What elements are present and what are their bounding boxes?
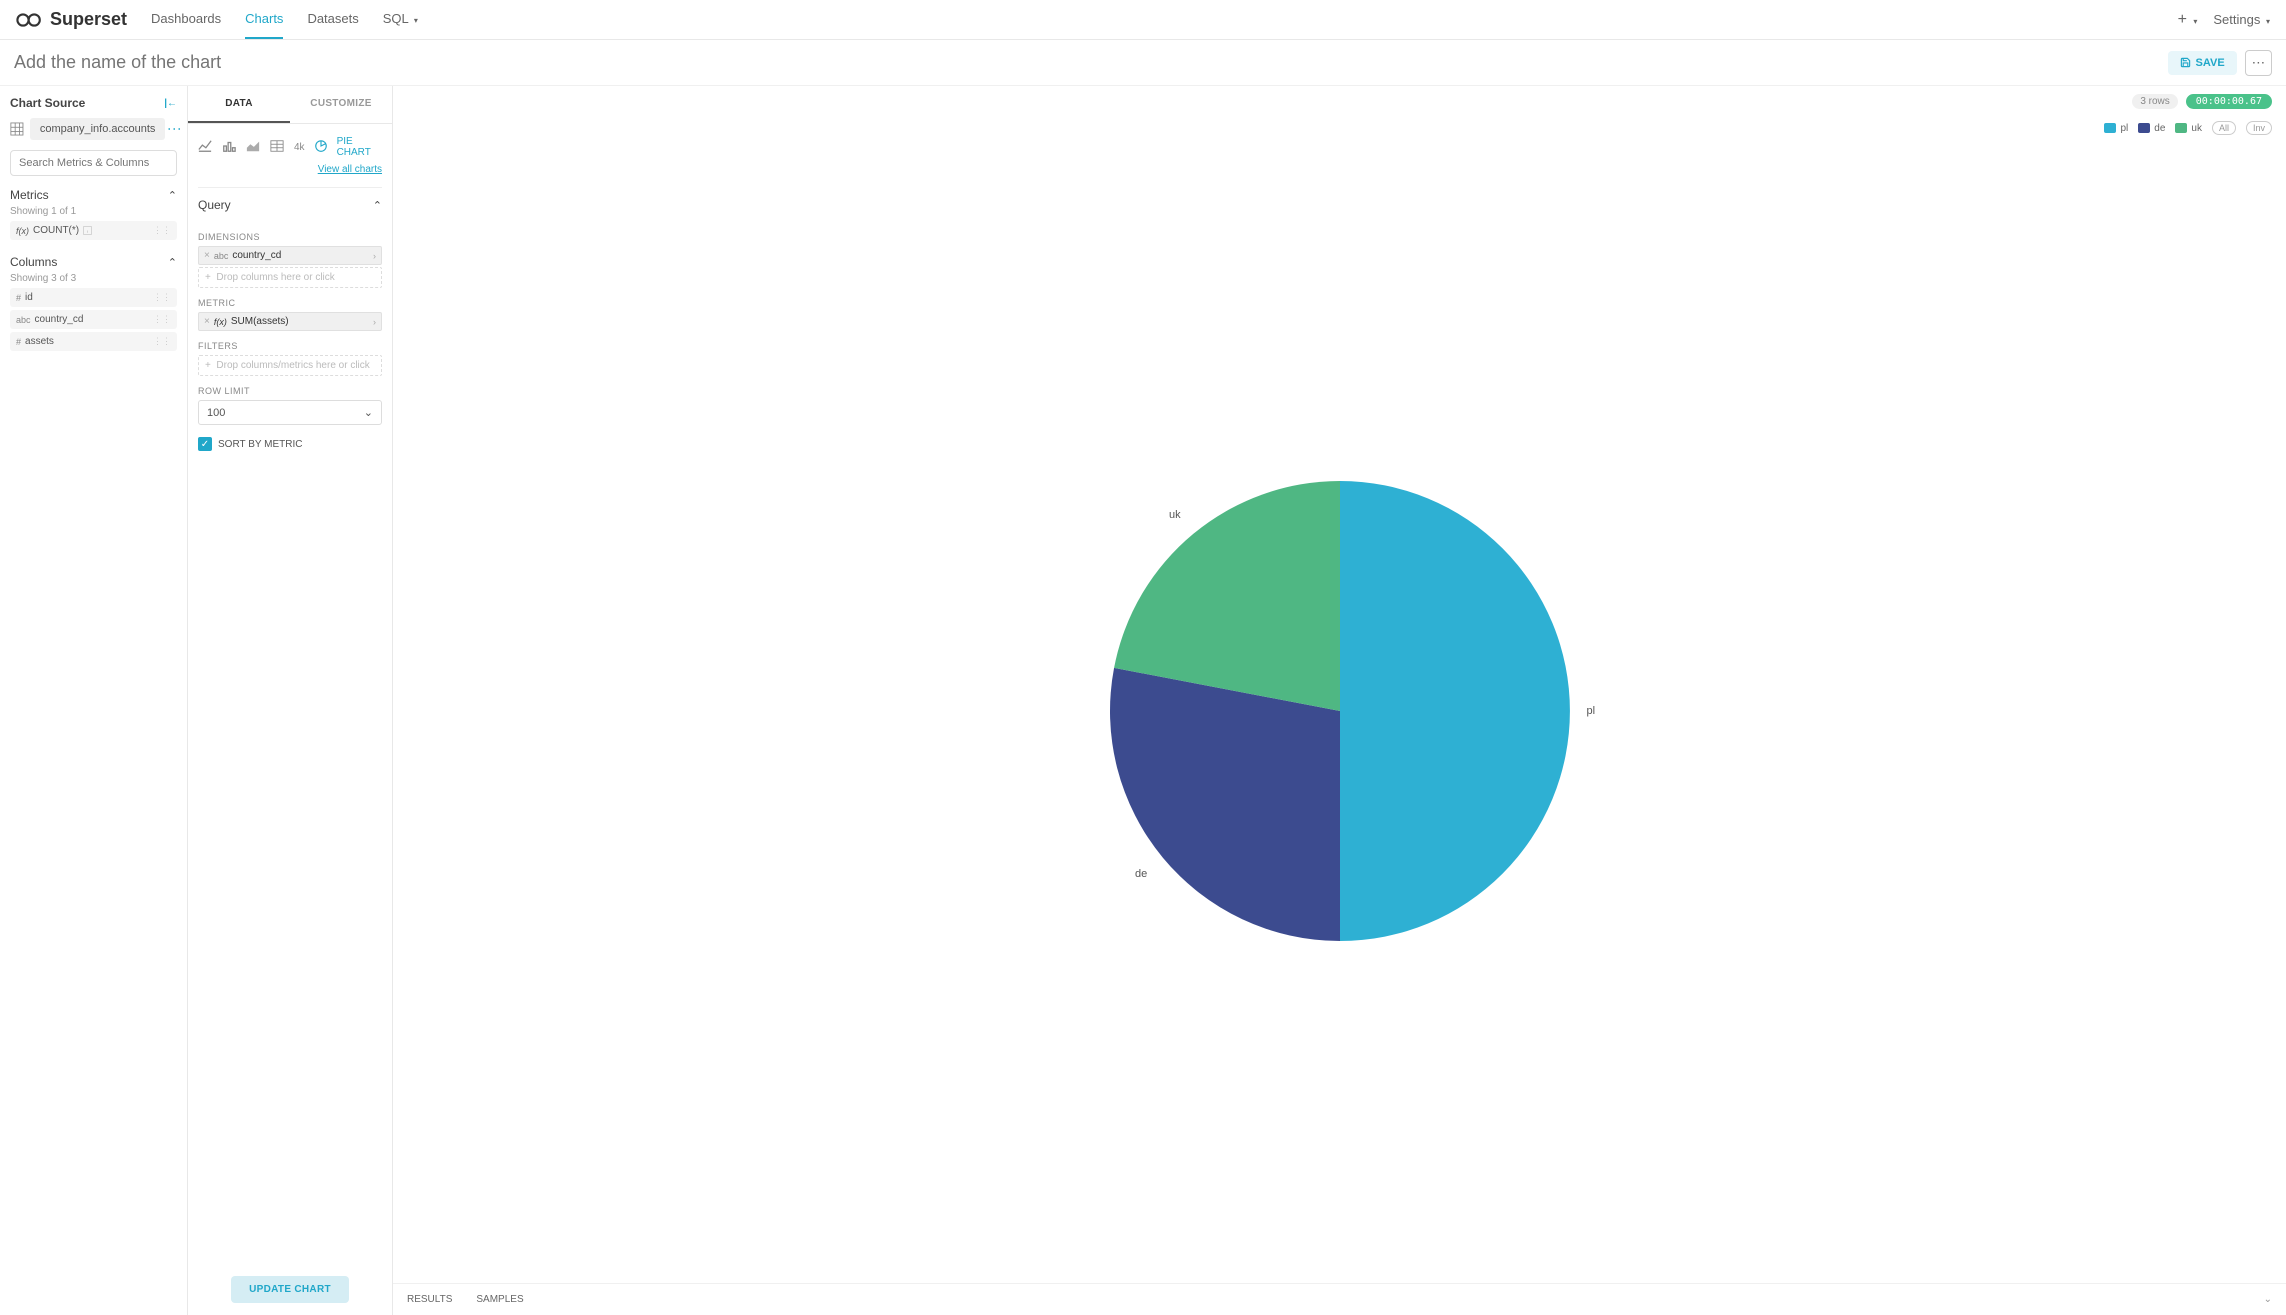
add-icon[interactable]: + ▾: [2178, 11, 2198, 29]
chart-legend: pl de uk All Inv: [393, 117, 2286, 139]
caret-down-icon: ▾: [414, 16, 418, 25]
dimension-pill[interactable]: × abc country_cd ›: [198, 246, 382, 265]
top-nav: Superset Dashboards Charts Datasets SQL …: [0, 0, 2286, 40]
app-name: Superset: [50, 9, 127, 30]
tab-results[interactable]: RESULTS: [407, 1294, 452, 1305]
pie-slice-pl[interactable]: [1340, 481, 1570, 941]
dataset-icon: [10, 122, 24, 136]
info-icon: [83, 226, 92, 235]
filters-dropzone[interactable]: + Drop columns/metrics here or click: [198, 355, 382, 376]
query-time-badge: 00:00:00.67: [2186, 94, 2272, 109]
metrics-section-header[interactable]: Metrics: [10, 188, 177, 202]
save-button[interactable]: SAVE: [2168, 51, 2237, 75]
big-number-icon[interactable]: 4k: [294, 142, 305, 153]
pie-slice-de[interactable]: [1110, 668, 1340, 941]
drag-handle-icon[interactable]: ⋮⋮: [153, 225, 171, 236]
checkbox-checked-icon: ✓: [198, 437, 212, 451]
search-metrics-columns-input[interactable]: [10, 150, 177, 176]
nav-dashboards[interactable]: Dashboards: [151, 0, 221, 39]
view-all-charts-link[interactable]: View all charts: [188, 162, 392, 183]
remove-icon[interactable]: ×: [204, 250, 210, 261]
legend-inv-button[interactable]: Inv: [2246, 121, 2272, 135]
column-item[interactable]: # assets ⋮⋮: [10, 332, 177, 351]
nav-datasets[interactable]: Datasets: [307, 0, 358, 39]
slice-label-de: de: [1135, 868, 1147, 880]
table-icon[interactable]: [270, 139, 284, 156]
legend-all-button[interactable]: All: [2212, 121, 2236, 135]
row-limit-label: ROW LIMIT: [198, 386, 382, 396]
nav-right: + ▾ Settings ▾: [2178, 11, 2270, 29]
nav-items: Dashboards Charts Datasets SQL ▾: [151, 0, 418, 39]
chart-title-input[interactable]: [14, 52, 2168, 73]
drag-handle-icon[interactable]: ⋮⋮: [153, 336, 171, 347]
control-tabs: DATA CUSTOMIZE: [188, 86, 392, 124]
chevron-down-icon: [364, 406, 373, 419]
more-button[interactable]: ⋯: [2245, 50, 2272, 76]
chart-area: 3 rows 00:00:00.67 pl de uk All Inv pl d…: [393, 86, 2286, 1315]
nav-sql[interactable]: SQL ▾: [383, 0, 418, 39]
chevron-right-icon: ›: [373, 251, 376, 261]
drag-handle-icon[interactable]: ⋮⋮: [153, 314, 171, 325]
columns-section-header[interactable]: Columns: [10, 255, 177, 269]
metric-pill[interactable]: × f(x) SUM(assets) ›: [198, 312, 382, 331]
filters-label: FILTERS: [198, 341, 382, 351]
pie-chart: pl de uk: [393, 139, 2286, 1283]
chevron-up-icon: [168, 255, 177, 269]
datasource-menu-icon[interactable]: ⋮: [171, 122, 177, 136]
control-panel: DATA CUSTOMIZE 4k PIE CHART View all cha…: [188, 86, 393, 1315]
update-chart-button[interactable]: UPDATE CHART: [231, 1276, 349, 1303]
column-item[interactable]: abc country_cd ⋮⋮: [10, 310, 177, 329]
fx-icon: f(x): [16, 226, 29, 236]
nav-charts[interactable]: Charts: [245, 0, 283, 39]
viz-type-row: 4k PIE CHART: [188, 124, 392, 162]
remove-icon[interactable]: ×: [204, 316, 210, 327]
dimensions-dropzone[interactable]: + Drop columns here or click: [198, 267, 382, 288]
datasource-panel: Chart Source |← company_info.accounts ⋮ …: [0, 86, 188, 1315]
expand-results-icon[interactable]: ⌄: [2264, 1294, 2272, 1305]
dimensions-label: DIMENSIONS: [198, 232, 382, 242]
area-chart-icon[interactable]: [246, 139, 260, 156]
metric-item[interactable]: f(x) COUNT(*) ⋮⋮: [10, 221, 177, 240]
slice-label-uk: uk: [1169, 509, 1181, 521]
metric-label: METRIC: [198, 298, 382, 308]
legend-item-de[interactable]: de: [2138, 123, 2165, 134]
drag-handle-icon[interactable]: ⋮⋮: [153, 292, 171, 303]
tab-samples[interactable]: SAMPLES: [476, 1294, 523, 1305]
chevron-up-icon: [168, 188, 177, 202]
tab-data[interactable]: DATA: [188, 86, 290, 123]
viz-type-label[interactable]: PIE CHART: [337, 136, 382, 158]
ellipsis-icon: ⋯: [2252, 55, 2265, 70]
tab-customize[interactable]: CUSTOMIZE: [290, 86, 392, 123]
pie-chart-icon[interactable]: [315, 140, 327, 155]
superset-logo-icon: [16, 12, 44, 28]
save-icon: [2180, 57, 2191, 68]
row-limit-select[interactable]: 100: [198, 400, 382, 425]
columns-showing: Showing 3 of 3: [10, 273, 177, 284]
collapse-panel-icon[interactable]: |←: [164, 98, 177, 109]
line-chart-icon[interactable]: [198, 139, 212, 156]
chevron-up-icon: [373, 198, 382, 212]
title-bar: SAVE ⋯: [0, 40, 2286, 86]
legend-item-uk[interactable]: uk: [2175, 123, 2202, 134]
app-logo[interactable]: Superset: [16, 9, 127, 30]
rows-count-badge: 3 rows: [2132, 94, 2177, 109]
column-item[interactable]: # id ⋮⋮: [10, 288, 177, 307]
caret-down-icon: ▾: [2266, 17, 2270, 26]
bar-chart-icon[interactable]: [222, 139, 236, 156]
chevron-right-icon: ›: [373, 317, 376, 327]
slice-label-pl: pl: [1587, 705, 1596, 717]
query-section-header[interactable]: Query: [198, 187, 382, 222]
sort-by-metric-checkbox[interactable]: ✓ SORT BY METRIC: [198, 437, 382, 451]
nav-settings[interactable]: Settings ▾: [2213, 12, 2270, 27]
datasource-name[interactable]: company_info.accounts: [30, 118, 166, 140]
metrics-showing: Showing 1 of 1: [10, 206, 177, 217]
results-panel-tabs: RESULTS SAMPLES ⌄: [393, 1283, 2286, 1315]
chart-source-label: Chart Source: [10, 96, 85, 110]
legend-item-pl[interactable]: pl: [2104, 123, 2128, 134]
